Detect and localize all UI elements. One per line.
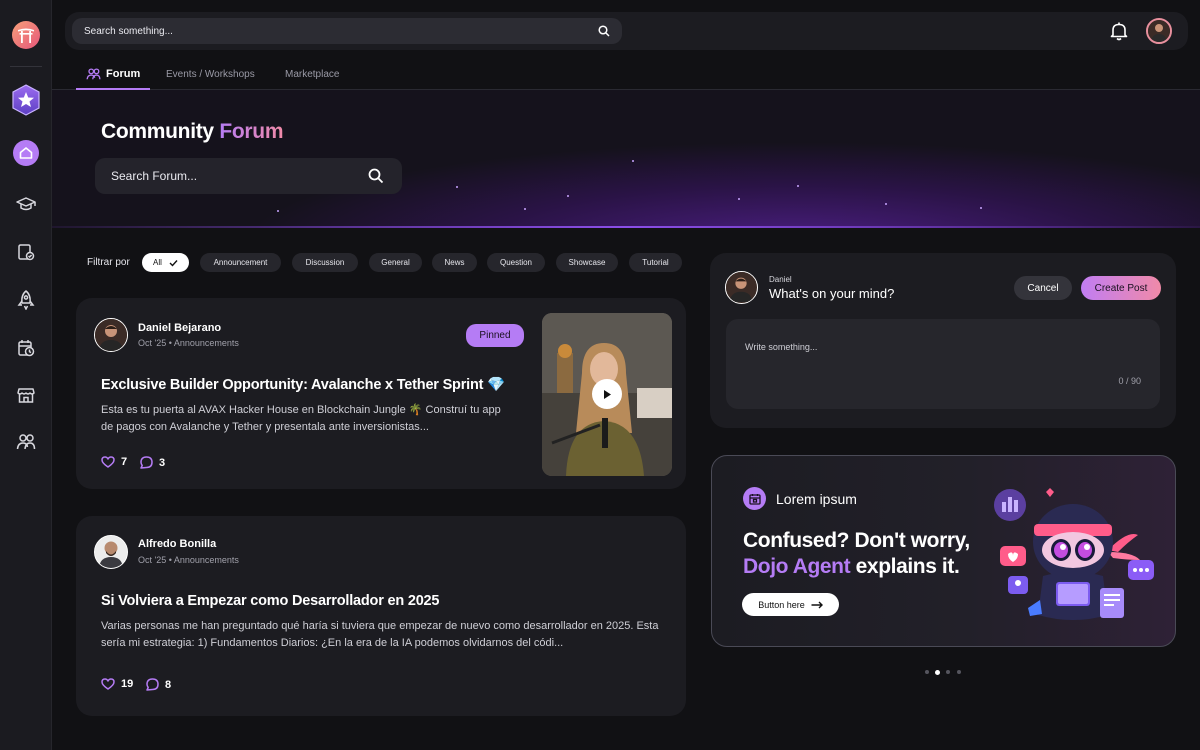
promo-headline: Confused? Don't worry, Dojo Agent explai… <box>743 528 970 580</box>
graduation-cap-icon[interactable] <box>14 193 38 217</box>
post-excerpt: Varias personas me han preguntado qué ha… <box>101 620 659 649</box>
post-author[interactable]: Alfredo Bonilla <box>138 538 216 550</box>
comment-icon <box>140 456 153 469</box>
promo-headline-accent: Dojo Agent <box>743 555 851 578</box>
post-card[interactable]: Daniel Bejarano Oct '25 • Announcements … <box>76 298 686 489</box>
store-icon[interactable] <box>14 383 38 407</box>
community-icon <box>86 68 101 80</box>
carousel-dot-active[interactable] <box>934 669 940 675</box>
rocket-icon[interactable] <box>14 288 38 312</box>
comment-icon <box>146 678 159 691</box>
forum-search[interactable] <box>95 158 402 194</box>
page-title-accent: Forum <box>219 120 284 143</box>
post-excerpt: Esta es tu puerta al AVAX Hacker House e… <box>101 404 501 433</box>
sidebar <box>0 0 52 750</box>
like-button[interactable]: 19 <box>101 678 133 690</box>
promo-headline-line2: Dojo Agent explains it. <box>743 554 970 580</box>
promo-button[interactable]: Button here <box>742 593 839 616</box>
create-post-button[interactable]: Create Post <box>1081 276 1161 300</box>
main-tabs: Forum Events / Workshops Marketplace <box>52 58 1200 90</box>
carousel-dot[interactable] <box>957 670 961 674</box>
ninja-mascot-illustration <box>994 488 1154 620</box>
bell-icon[interactable] <box>1110 21 1128 46</box>
calendar-icon <box>743 487 766 510</box>
global-search[interactable] <box>72 18 622 44</box>
post-meta: Oct '25 • Announcements <box>138 338 239 348</box>
promo-banner: Lorem ipsum Confused? Don't worry, Dojo … <box>711 455 1176 647</box>
filter-chip-question[interactable]: Question <box>487 253 545 272</box>
check-icon <box>169 259 178 267</box>
comment-count: 3 <box>159 456 166 469</box>
filter-chip-general[interactable]: General <box>369 253 422 272</box>
calendar-clock-icon[interactable] <box>14 336 38 360</box>
avatar <box>725 271 758 304</box>
post-title[interactable]: Si Volviera a Empezar como Desarrollador… <box>101 593 439 609</box>
post-textarea[interactable] <box>726 319 1160 409</box>
post-category[interactable]: Announcements <box>174 555 239 565</box>
arrow-right-icon <box>811 601 823 608</box>
filter-chip-announcement[interactable]: Announcement <box>200 253 281 272</box>
cancel-button[interactable]: Cancel <box>1014 276 1072 300</box>
post-textarea-wrapper: 0 / 90 <box>726 319 1160 409</box>
filter-chip-all[interactable]: All <box>142 253 189 272</box>
carousel-dot[interactable] <box>946 670 950 674</box>
comment-count: 8 <box>165 678 172 691</box>
play-button[interactable] <box>592 379 622 409</box>
filter-chip-showcase[interactable]: Showcase <box>556 253 618 272</box>
composer-prompt: What's on your mind? <box>769 286 895 301</box>
filter-label: Filtrar por <box>87 257 130 268</box>
heart-icon <box>101 678 115 690</box>
post-category[interactable]: Announcements <box>174 338 239 348</box>
avatar[interactable] <box>94 318 128 352</box>
certificate-icon[interactable] <box>14 240 38 264</box>
promo-headline-line1: Confused? Don't worry, <box>743 529 970 552</box>
like-count: 19 <box>121 678 134 690</box>
forum-hero: Community Forum <box>52 90 1200 228</box>
post-meta: Oct '25 • Announcements <box>138 555 239 565</box>
star-badge-icon[interactable] <box>11 84 41 116</box>
pinned-badge: Pinned <box>466 324 524 347</box>
page-title-main: Community <box>101 120 214 143</box>
community-icon[interactable] <box>14 430 38 454</box>
promo-label: Lorem ipsum <box>776 491 857 507</box>
composer-user-name: Daniel <box>769 275 792 284</box>
page-title: Community Forum <box>101 120 283 144</box>
like-button[interactable]: 7 <box>101 456 127 468</box>
post-date: Oct '25 <box>138 555 167 565</box>
post-author[interactable]: Daniel Bejarano <box>138 322 221 334</box>
like-count: 7 <box>121 456 128 468</box>
search-icon[interactable] <box>368 168 384 189</box>
avatar[interactable] <box>94 535 128 569</box>
top-bar <box>65 12 1188 50</box>
play-icon <box>604 389 611 399</box>
promo-headline-rest: explains it. <box>855 555 960 578</box>
tab-events-workshops[interactable]: Events / Workshops <box>166 58 255 90</box>
filter-chip-news[interactable]: News <box>432 253 477 272</box>
filter-chip-tutorial[interactable]: Tutorial <box>629 253 682 272</box>
tab-marketplace[interactable]: Marketplace <box>285 58 339 90</box>
promo-button-label: Button here <box>758 599 805 610</box>
filter-chip-discussion[interactable]: Discussion <box>292 253 358 272</box>
post-date: Oct '25 <box>138 338 167 348</box>
character-counter: 0 / 90 <box>1118 376 1141 386</box>
home-icon[interactable] <box>13 140 39 166</box>
search-icon[interactable] <box>598 24 610 42</box>
tab-forum-label: Forum <box>106 68 141 80</box>
global-search-input[interactable] <box>72 18 622 44</box>
post-composer: Daniel What's on your mind? Cancel Creat… <box>710 253 1176 428</box>
comment-button[interactable]: 3 <box>140 456 165 469</box>
comment-button[interactable]: 8 <box>146 678 171 691</box>
tab-forum[interactable]: Forum <box>86 58 140 90</box>
forum-search-input[interactable] <box>95 158 402 194</box>
post-card[interactable]: Alfredo Bonilla Oct '25 • Announcements … <box>76 516 686 716</box>
carousel-dot[interactable] <box>925 670 929 674</box>
post-title[interactable]: Exclusive Builder Opportunity: Avalanche… <box>101 376 505 393</box>
hero-glow-line <box>52 226 1200 228</box>
user-avatar[interactable] <box>1146 18 1172 44</box>
filter-chip-all-label: All <box>153 258 162 267</box>
sidebar-divider <box>10 66 42 67</box>
heart-icon <box>101 456 115 468</box>
video-thumbnail[interactable] <box>542 313 672 476</box>
torii-gate-icon[interactable] <box>12 21 40 49</box>
